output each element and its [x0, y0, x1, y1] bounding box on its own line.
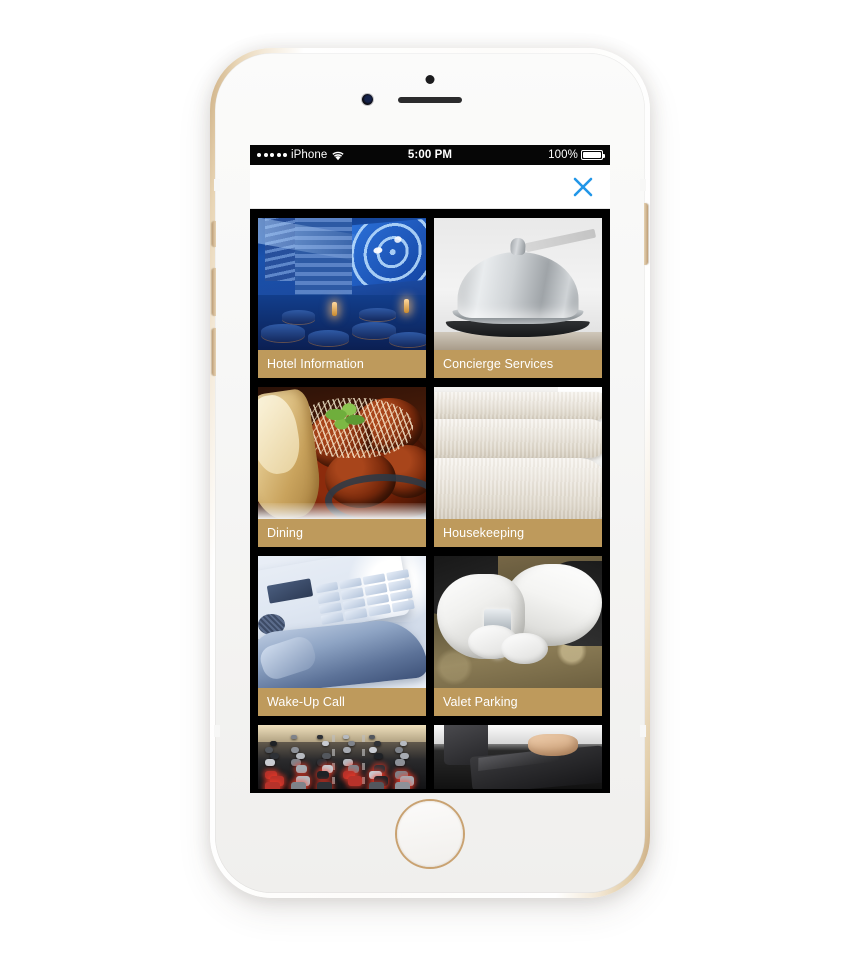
tile-hotel-information[interactable]: Hotel Information	[258, 218, 426, 378]
battery-icon	[581, 150, 605, 160]
tile-transportation-partial[interactable]	[258, 725, 426, 789]
iphone-body: iPhone 5:00 PM 100% Hotel Information Co…	[212, 53, 648, 893]
tile-label: Hotel Information	[258, 350, 426, 378]
mute-switch-button[interactable]	[212, 221, 216, 247]
antenna-band-bottom-left	[214, 725, 220, 737]
status-bar-right: 100%	[548, 149, 605, 161]
battery-percent-label: 100%	[548, 149, 578, 161]
phone-screen: iPhone 5:00 PM 100% Hotel Information Co…	[250, 145, 610, 793]
power-sleep-button[interactable]	[644, 203, 648, 265]
close-x-icon	[573, 177, 593, 196]
tile-label: Dining	[258, 519, 426, 547]
wifi-icon	[332, 150, 345, 161]
tile-image-meatballs-marinara	[258, 387, 426, 519]
volume-up-button[interactable]	[212, 268, 216, 316]
antenna-band-top-right	[640, 179, 646, 191]
tile-housekeeping[interactable]: Housekeeping	[434, 387, 602, 547]
tile-image-gloved-hands-keys	[434, 556, 602, 688]
home-button[interactable]	[397, 801, 463, 867]
status-bar-left: iPhone	[257, 149, 345, 161]
tile-image-service-bell	[434, 218, 602, 350]
status-bar: iPhone 5:00 PM 100%	[250, 145, 610, 165]
proximity-sensor	[425, 75, 435, 84]
signal-strength-icon	[257, 153, 287, 157]
app-navigation-bar	[250, 165, 610, 209]
tile-label: Valet Parking	[434, 688, 602, 716]
tile-image-highway-traffic	[258, 725, 426, 789]
volume-down-button[interactable]	[212, 328, 216, 376]
close-button[interactable]	[568, 172, 598, 202]
earpiece-speaker-grille	[398, 97, 462, 103]
tile-image-desk-telephone	[258, 556, 426, 688]
tile-label: Housekeeping	[434, 519, 602, 547]
tile-luggage-partial[interactable]	[434, 725, 602, 789]
iphone-device-frame: iPhone 5:00 PM 100% Hotel Information Co…	[210, 48, 650, 898]
tile-concierge-services[interactable]: Concierge Services	[434, 218, 602, 378]
tile-label: Wake-Up Call	[258, 688, 426, 716]
antenna-band-bottom-right	[640, 725, 646, 737]
tile-wake-up-call[interactable]: Wake-Up Call	[258, 556, 426, 716]
tile-image-bellhop-luggage	[434, 725, 602, 789]
screenshot-canvas: iPhone 5:00 PM 100% Hotel Information Co…	[0, 0, 860, 963]
tile-image-hotel-lobby-atrium	[258, 218, 426, 350]
services-grid: Hotel Information Concierge Services Din…	[250, 209, 610, 789]
tile-valet-parking[interactable]: Valet Parking	[434, 556, 602, 716]
carrier-label: iPhone	[291, 149, 328, 161]
tile-label: Concierge Services	[434, 350, 602, 378]
front-camera-icon	[362, 94, 373, 105]
antenna-band-top-left	[214, 179, 220, 191]
tile-image-stacked-towels	[434, 387, 602, 519]
tile-dining[interactable]: Dining	[258, 387, 426, 547]
